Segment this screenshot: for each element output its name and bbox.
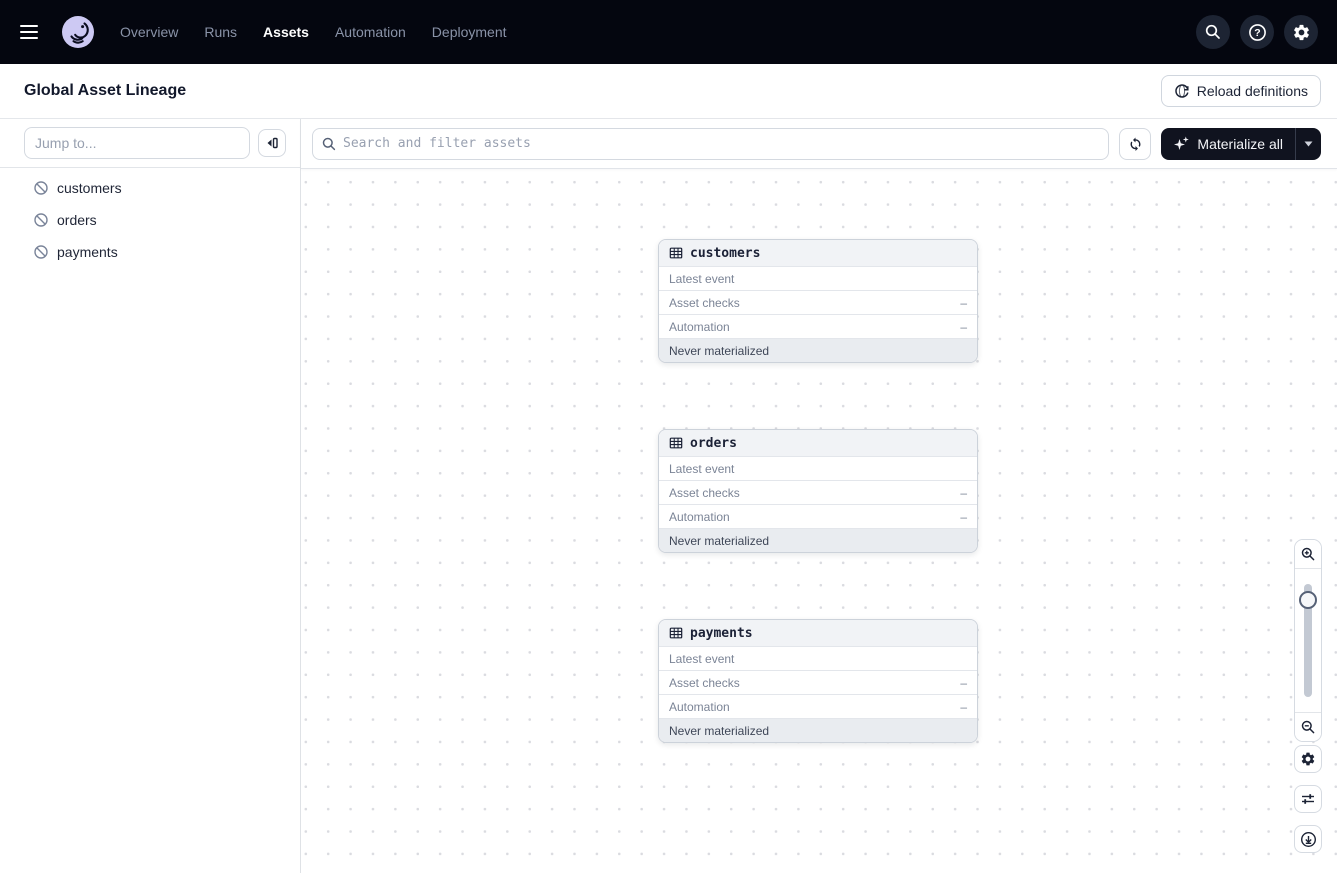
dagster-logo[interactable] bbox=[62, 16, 94, 48]
latest-event-row: Latest event bbox=[659, 456, 977, 480]
asset-node-customers[interactable]: customers Latest event Asset checks – Aut… bbox=[658, 239, 978, 363]
asset-node-title: orders bbox=[690, 435, 737, 451]
gear-icon bbox=[1301, 752, 1315, 766]
sidebar-item-label: orders bbox=[57, 212, 97, 228]
asset-node-header[interactable]: payments bbox=[659, 620, 977, 646]
help-icon: ? bbox=[1248, 23, 1266, 41]
materialize-all-button[interactable]: Materialize all bbox=[1161, 128, 1295, 160]
tab-deployment[interactable]: Deployment bbox=[432, 24, 507, 40]
latest-event-row: Latest event bbox=[659, 646, 977, 670]
table-icon bbox=[669, 437, 683, 449]
materialization-status: Never materialized bbox=[659, 338, 977, 362]
zoom-in-icon bbox=[1301, 547, 1315, 561]
sidebar-item-label: payments bbox=[57, 244, 118, 260]
asset-node-header[interactable]: customers bbox=[659, 240, 977, 266]
collapse-sidebar-button[interactable] bbox=[258, 129, 286, 157]
materialize-options-button[interactable] bbox=[1295, 127, 1321, 160]
collapse-panel-icon bbox=[267, 137, 278, 149]
arrow-down-circle-icon bbox=[1300, 831, 1316, 847]
asset-checks-row: Asset checks – bbox=[659, 480, 977, 504]
never-materialized-icon bbox=[34, 181, 48, 195]
graph-settings-button[interactable] bbox=[1294, 745, 1322, 773]
sidebar-item-customers[interactable]: customers bbox=[0, 172, 300, 204]
sidebar-header bbox=[0, 119, 300, 168]
table-icon bbox=[669, 247, 683, 259]
search-button[interactable] bbox=[1196, 15, 1230, 49]
zoom-in-button[interactable] bbox=[1295, 540, 1321, 569]
nav-tabs: Overview Runs Assets Automation Deployme… bbox=[120, 24, 507, 40]
latest-event-row: Latest event bbox=[659, 266, 977, 290]
never-materialized-icon bbox=[34, 213, 48, 227]
asset-sidebar: customers orders payments bbox=[0, 119, 301, 873]
never-materialized-icon bbox=[34, 245, 48, 259]
lineage-canvas[interactable]: customers Latest event Asset checks – Aut… bbox=[301, 169, 1337, 873]
lineage-graph-area: Materialize all bbox=[301, 119, 1337, 873]
automation-row: Automation – bbox=[659, 504, 977, 528]
reload-icon bbox=[1175, 84, 1189, 98]
asset-search-input[interactable] bbox=[312, 127, 1110, 160]
materialization-status: Never materialized bbox=[659, 528, 977, 552]
asset-checks-row: Asset checks – bbox=[659, 290, 977, 314]
zoom-slider[interactable] bbox=[1295, 569, 1321, 712]
asset-list: customers orders payments bbox=[0, 168, 300, 268]
chevron-down-icon bbox=[1304, 141, 1313, 146]
sidebar-item-label: customers bbox=[57, 180, 122, 196]
sparkles-icon bbox=[1174, 136, 1190, 150]
help-button[interactable]: ? bbox=[1240, 15, 1274, 49]
search-icon bbox=[1205, 24, 1220, 39]
zoom-out-icon bbox=[1301, 720, 1315, 734]
asset-node-title: payments bbox=[690, 625, 753, 641]
materialization-status: Never materialized bbox=[659, 718, 977, 742]
search-icon bbox=[322, 137, 336, 150]
page-header: Global Asset Lineage Reload definitions bbox=[0, 64, 1337, 119]
svg-text:?: ? bbox=[1254, 27, 1260, 39]
asset-node-title: customers bbox=[690, 245, 761, 261]
zoom-slider-handle[interactable] bbox=[1299, 591, 1317, 609]
refresh-button[interactable] bbox=[1119, 127, 1152, 160]
recenter-button[interactable] bbox=[1294, 825, 1322, 853]
asset-node-header[interactable]: orders bbox=[659, 430, 977, 456]
menu-icon[interactable] bbox=[20, 18, 48, 46]
zoom-control bbox=[1294, 539, 1322, 742]
materialize-all-label: Materialize all bbox=[1197, 135, 1283, 152]
refresh-icon bbox=[1130, 137, 1141, 151]
settings-button[interactable] bbox=[1284, 15, 1318, 49]
jump-to-input[interactable] bbox=[24, 127, 250, 159]
page-title: Global Asset Lineage bbox=[24, 82, 187, 99]
automation-row: Automation – bbox=[659, 694, 977, 718]
graph-filters-button[interactable] bbox=[1294, 785, 1322, 813]
top-nav: Overview Runs Assets Automation Deployme… bbox=[0, 0, 1337, 64]
dagster-app: Overview Runs Assets Automation Deployme… bbox=[0, 0, 1337, 873]
materialize-all-split-button: Materialize all bbox=[1161, 127, 1321, 160]
graph-toolbar: Materialize all bbox=[301, 119, 1337, 169]
main-content: customers orders payments bbox=[0, 119, 1337, 873]
tab-assets[interactable]: Assets bbox=[263, 24, 309, 40]
tab-overview[interactable]: Overview bbox=[120, 24, 178, 40]
tab-runs[interactable]: Runs bbox=[204, 24, 237, 40]
tab-automation[interactable]: Automation bbox=[335, 24, 406, 40]
sidebar-item-orders[interactable]: orders bbox=[0, 204, 300, 236]
asset-checks-row: Asset checks – bbox=[659, 670, 977, 694]
automation-row: Automation – bbox=[659, 314, 977, 338]
asset-node-payments[interactable]: payments Latest event Asset checks – Auto… bbox=[658, 619, 978, 743]
zoom-out-button[interactable] bbox=[1295, 712, 1321, 741]
sidebar-item-payments[interactable]: payments bbox=[0, 236, 300, 268]
reload-definitions-label: Reload definitions bbox=[1196, 83, 1308, 99]
asset-node-orders[interactable]: orders Latest event Asset checks – Automa… bbox=[658, 429, 978, 553]
filter-sliders-icon bbox=[1302, 794, 1314, 804]
table-icon bbox=[669, 627, 683, 639]
reload-definitions-button[interactable]: Reload definitions bbox=[1160, 75, 1321, 107]
gear-icon bbox=[1293, 24, 1309, 40]
